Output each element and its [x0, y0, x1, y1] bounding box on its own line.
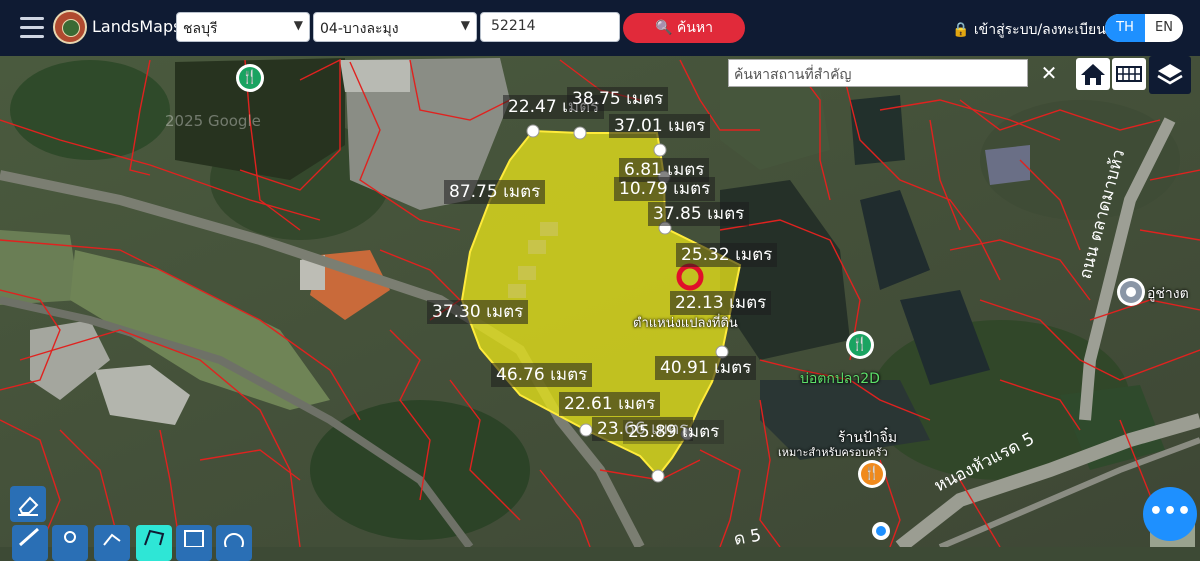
- chevron-down-icon: ▼: [460, 18, 470, 32]
- close-icon[interactable]: ✕: [1032, 59, 1066, 87]
- parcel-location-label: ตำแหน่งแปลงที่ดิน: [633, 316, 738, 331]
- rectangle-icon: [184, 530, 204, 548]
- menu-icon[interactable]: [20, 17, 44, 39]
- map-canvas: ถนน ตลาดมาบห้ว หนองหัวแรด 5 ด 5 2025 Goo…: [0, 56, 1200, 547]
- fork-knife-icon: 🍴: [861, 463, 883, 485]
- circle-icon: [224, 533, 244, 553]
- top-navbar: LandsMaps ชลบุรี ▼ 04-บางละมุง ▼ 52214 🔍…: [0, 0, 1200, 56]
- lock-icon: 🔒: [952, 22, 970, 38]
- province-value: ชลบุรี: [183, 21, 218, 37]
- pin-button[interactable]: [52, 525, 88, 561]
- measurement-label: 38.75 เมตร: [567, 87, 669, 111]
- poi-marker-garage[interactable]: [1117, 278, 1145, 306]
- measurement-label: 22.61 เมตร: [559, 392, 661, 416]
- language-toggle: TH EN: [1105, 14, 1183, 42]
- province-select[interactable]: ชลบุรี ▼: [176, 12, 310, 42]
- road-label-3: ด 5: [732, 525, 762, 547]
- polygon-icon: [144, 529, 165, 546]
- poi-label-restaurant-sub: เหมาะสำหรับครอบครัว: [778, 446, 888, 459]
- measurement-label: 25.89 เมตร: [623, 420, 725, 444]
- rectangle-button[interactable]: [176, 525, 212, 561]
- poi-marker-fish-pond[interactable]: 🍴: [846, 331, 874, 359]
- lang-th-button[interactable]: TH: [1105, 14, 1145, 42]
- fork-knife-icon: 🍴: [849, 334, 871, 356]
- search-icon: 🔍: [655, 20, 673, 36]
- measurement-label: 37.30 เมตร: [427, 300, 529, 324]
- login-link[interactable]: 🔒 เข้าสู่ระบบ/ลงทะเบียน: [952, 19, 1106, 41]
- home-button[interactable]: [1076, 58, 1110, 90]
- measurement-label: 10.79 เมตร: [614, 177, 716, 201]
- measurement-label: 87.75 เมตร: [444, 180, 546, 204]
- parcel-hut: [518, 266, 536, 280]
- layers-button[interactable]: [1149, 56, 1191, 94]
- eraser-button[interactable]: [10, 486, 46, 522]
- measurement-label: 46.76 เมตร: [491, 363, 593, 387]
- pond: [850, 95, 905, 165]
- search-button[interactable]: 🔍 ค้นหา: [623, 13, 745, 43]
- eraser-icon: [18, 496, 39, 516]
- roof: [985, 145, 1030, 185]
- map-watermark: 2025 Google: [165, 112, 261, 130]
- grid-icon: [1116, 66, 1142, 82]
- logo: [53, 10, 87, 44]
- chevron-down-icon: ▼: [293, 18, 303, 32]
- home-icon: [1081, 64, 1105, 85]
- ruler-button[interactable]: [12, 525, 48, 561]
- fork-knife-icon: 🍴: [239, 67, 261, 89]
- satellite-map[interactable]: ถนน ตลาดมาบห้ว หนองหัวแรด 5 ด 5 2025 Goo…: [0, 56, 1200, 547]
- poi-marker-restaurant[interactable]: 🍴: [858, 460, 886, 488]
- measurement-label: 37.01 เมตร: [609, 114, 711, 138]
- poi-label-garage[interactable]: อู่ช่างต: [1147, 283, 1189, 305]
- pin-icon: [64, 531, 76, 543]
- district-value: 04-บางละมุง: [320, 21, 399, 37]
- more-options-button[interactable]: •••: [1143, 487, 1197, 541]
- brand-name: LandsMaps: [92, 17, 182, 36]
- parcel-hut: [540, 222, 558, 236]
- layers-icon: [1157, 64, 1183, 85]
- location-dot: [872, 522, 890, 540]
- measurement-label: 37.85 เมตร: [648, 202, 750, 226]
- search-button-label: ค้นหา: [676, 20, 713, 36]
- poi-label-fish-pond[interactable]: บ่อตกปลา2D: [800, 368, 880, 390]
- ruler-icon: [19, 527, 39, 547]
- parcel-number-input[interactable]: 52214: [480, 12, 620, 42]
- place-search-input[interactable]: ค้นหาสถานที่สำคัญ: [728, 59, 1028, 87]
- login-label: เข้าสู่ระบบ/ลงทะเบียน: [973, 22, 1106, 38]
- circle-button[interactable]: [216, 525, 252, 561]
- parcel-hut: [508, 284, 526, 298]
- district-select[interactable]: 04-บางละมุง ▼: [313, 12, 477, 42]
- line-button[interactable]: [94, 525, 130, 561]
- measurement-label: 25.32 เมตร: [676, 243, 778, 267]
- line-icon: [103, 533, 121, 546]
- polygon-button[interactable]: [136, 525, 172, 561]
- lang-en-button[interactable]: EN: [1145, 14, 1183, 42]
- poi-marker[interactable]: 🍴: [236, 64, 264, 92]
- parcel-hut: [528, 240, 546, 254]
- grid-button[interactable]: [1112, 58, 1146, 90]
- measurement-label: 40.91 เมตร: [655, 356, 757, 380]
